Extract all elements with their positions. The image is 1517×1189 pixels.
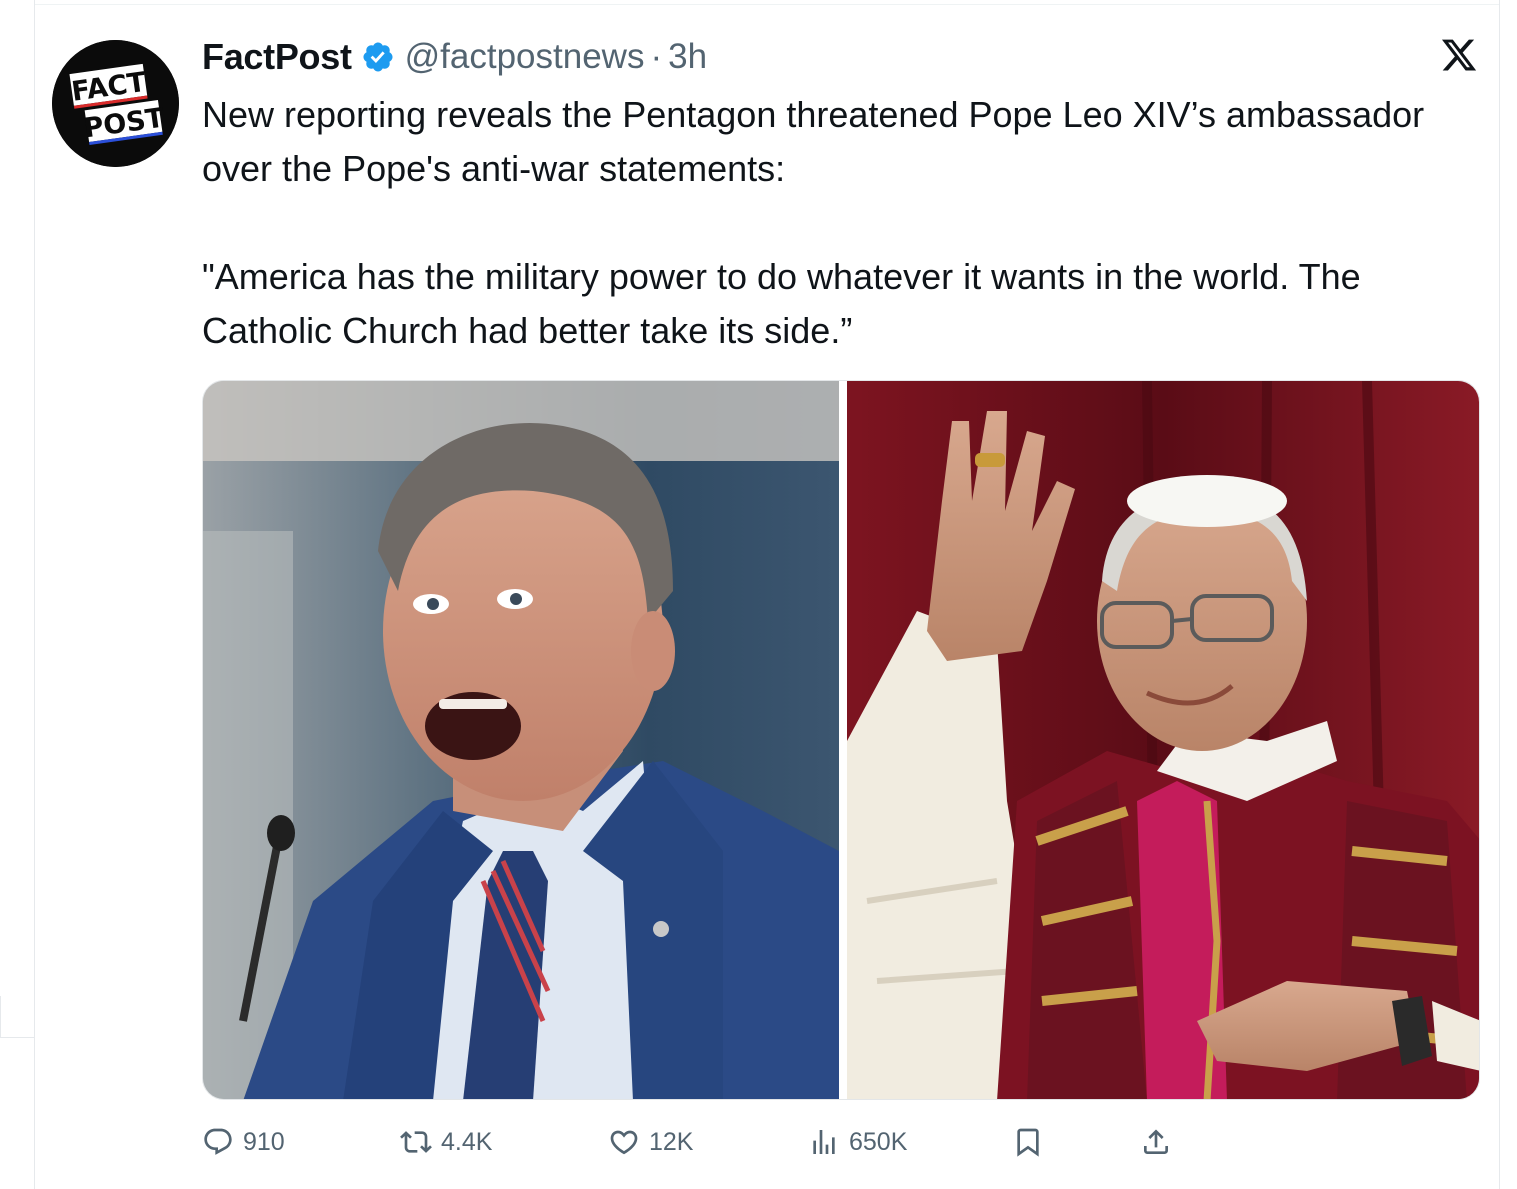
verified-badge-icon[interactable] — [361, 40, 395, 74]
views-icon — [813, 1130, 835, 1154]
card-left-border — [34, 0, 35, 1189]
adjacent-card-divider — [0, 1037, 34, 1038]
post-header: FactPost @factpostnews · 3h — [202, 34, 707, 80]
card-right-border — [1499, 0, 1500, 1189]
author-handle[interactable]: @factpostnews — [405, 37, 645, 77]
x-logo-icon[interactable] — [1439, 36, 1479, 74]
card-top-border — [34, 4, 1500, 5]
post-media-grid — [202, 380, 1480, 1100]
views-button[interactable]: 650K — [808, 1120, 907, 1164]
post-action-bar: 910 4.4K 12K 650K — [202, 1120, 1202, 1164]
post-text: New reporting reveals the Pentagon threa… — [202, 88, 1462, 358]
post-text-paragraph: New reporting reveals the Pentagon threa… — [202, 94, 1425, 189]
adjacent-card-edge — [0, 996, 1, 1038]
photo-pope-waving[interactable] — [847, 381, 1479, 1099]
views-count: 650K — [849, 1127, 908, 1156]
repost-count: 4.4K — [441, 1127, 493, 1156]
post-text-quote: "America has the military power to do wh… — [202, 256, 1361, 351]
bookmark-icon — [1017, 1128, 1039, 1157]
author-avatar[interactable]: FACT POST — [52, 40, 179, 167]
reply-icon — [204, 1128, 232, 1155]
like-button[interactable]: 12K — [608, 1120, 693, 1164]
repost-icon — [400, 1131, 432, 1153]
reply-button[interactable]: 910 — [202, 1120, 285, 1164]
repost-button[interactable]: 4.4K — [400, 1120, 492, 1164]
factpost-logo-icon: FACT POST — [52, 40, 179, 167]
share-button[interactable] — [1140, 1120, 1172, 1164]
author-name[interactable]: FactPost — [202, 36, 352, 78]
heart-icon — [610, 1130, 638, 1155]
reply-count: 910 — [243, 1127, 285, 1156]
meta-separator: · — [650, 37, 663, 76]
post-timestamp[interactable]: 3h — [668, 37, 707, 77]
bookmark-button[interactable] — [1012, 1120, 1044, 1164]
photo-shouting-man-in-suit[interactable] — [203, 381, 839, 1099]
share-icon — [1144, 1129, 1168, 1154]
like-count: 12K — [649, 1127, 694, 1156]
